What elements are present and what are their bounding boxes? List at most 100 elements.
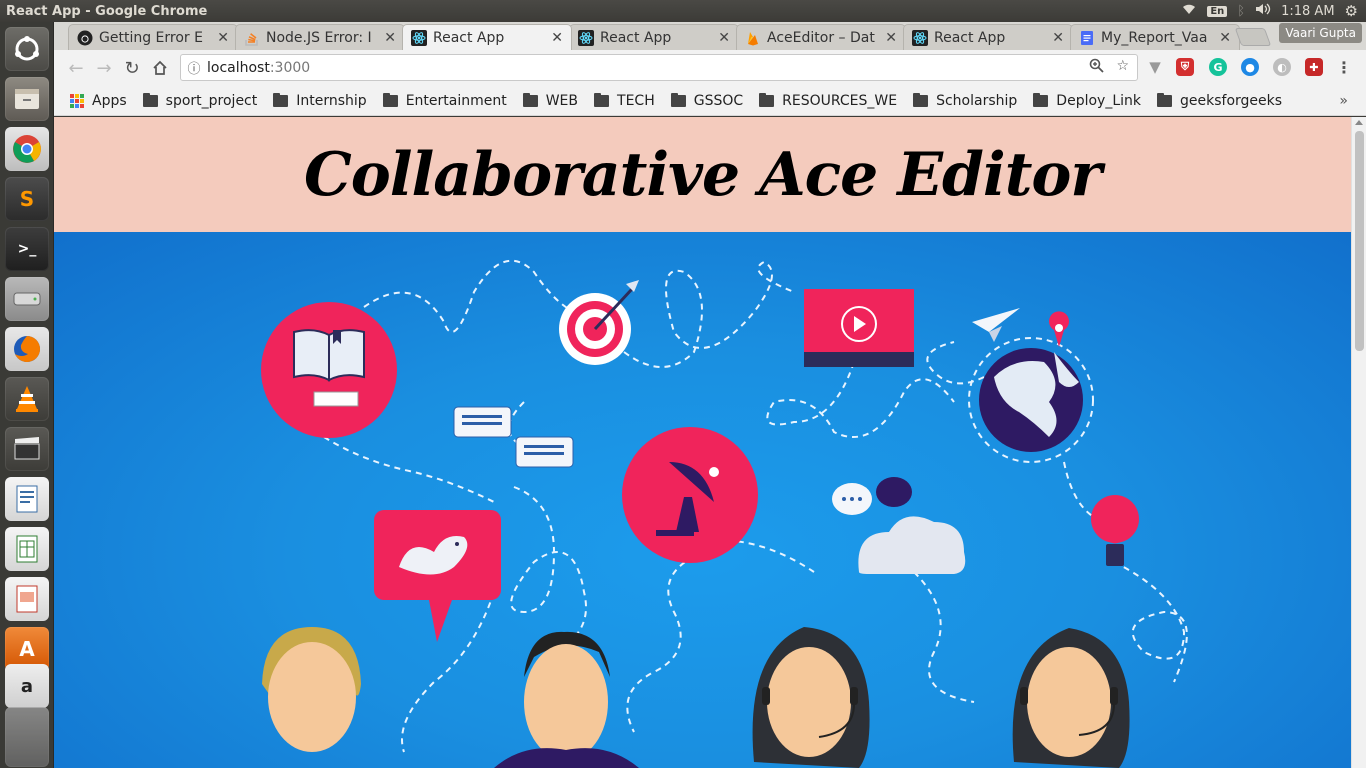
bookmark-folder-internship[interactable]: Internship [273,92,367,109]
bookmark-label: TECH [617,92,655,109]
page-viewport: Collaborative Ace Editor [54,117,1351,768]
folder-icon [913,92,929,107]
folder-icon [594,92,610,107]
firefox-icon[interactable] [5,327,49,371]
settings-gear-icon[interactable]: ⚙ [1345,2,1358,20]
amazon-icon[interactable]: a [5,664,49,708]
bookmark-folder-sport-project[interactable]: sport_project [142,92,258,109]
zoom-icon[interactable] [1089,58,1105,77]
bookmark-label: Internship [296,92,367,109]
scrollbar-thumb[interactable] [1355,131,1364,351]
folder-icon [670,92,686,107]
bookmark-folder-deploy-link[interactable]: Deploy_Link [1033,92,1141,109]
close-tab-icon[interactable]: ✕ [551,30,563,46]
bookmark-label: sport_project [165,92,258,109]
scroll-up-arrow-icon[interactable] [1355,120,1363,125]
clock[interactable]: 1:18 AM [1281,4,1334,19]
tab-nodejs-error[interactable]: Node.JS Error: I ✕ [235,24,405,50]
person-blonde-woman [262,627,361,752]
person-support-woman-2 [1012,628,1130,768]
impress-icon[interactable] [5,577,49,621]
bookmark-folder-web[interactable]: WEB [522,92,579,109]
tab-react-app-3[interactable]: React App ✕ [903,24,1073,50]
close-tab-icon[interactable]: ✕ [718,30,730,46]
bookmark-folder-geeksforgeeks[interactable]: geeksforgeeks [1157,92,1282,109]
tab-getting-error[interactable]: Getting Error E ✕ [68,24,238,50]
close-tab-icon[interactable]: ✕ [1219,30,1231,46]
calc-icon[interactable] [5,527,49,571]
tab-title: Node.JS Error: I [266,29,372,46]
extension-circle-icon[interactable]: ◐ [1273,58,1291,76]
close-tab-icon[interactable]: ✕ [885,30,897,46]
bookmark-label: Deploy_Link [1056,92,1141,109]
folder-icon [273,92,289,107]
chrome-menu-icon[interactable]: ⋮ [1335,58,1353,77]
bookmark-folder-resources[interactable]: RESOURCES_WE [759,92,897,109]
home-icon[interactable] [146,54,174,82]
bookmark-folder-entertainment[interactable]: Entertainment [382,92,507,109]
bookmark-star-icon[interactable]: ☆ [1116,58,1129,77]
extension-red-icon[interactable]: ✚ [1305,58,1323,76]
page-scrollbar[interactable] [1351,117,1366,768]
chat-bubbles-icon [453,406,574,468]
browser-toolbar: ← → ↻ ⓘ localhost:3000 ☆ ▼ ⛨ G ● ◐ ✚ ⋮ [54,50,1366,86]
files-icon[interactable] [5,77,49,121]
bookmark-folder-tech[interactable]: TECH [594,92,655,109]
bookmark-folder-gssoc[interactable]: GSSOC [670,92,743,109]
react-icon [578,29,594,46]
extension-shield-icon[interactable]: ⛨ [1176,58,1194,76]
keyboard-layout-indicator[interactable]: En [1207,5,1228,17]
extension-globe-icon[interactable]: ● [1241,58,1259,76]
bookmark-apps[interactable]: Apps [70,93,127,109]
site-info-icon[interactable]: ⓘ [181,58,207,77]
disk-drive-icon[interactable] [5,277,49,321]
hero-illustration [54,232,1351,768]
video-player-icon [804,289,914,367]
close-tab-icon[interactable]: ✕ [1052,30,1064,46]
terminal-icon[interactable]: >_ [5,227,49,271]
lightbulb-icon [1091,495,1139,566]
person-support-woman-1 [752,627,870,768]
communication-illustration [261,259,1188,768]
extension-filter-icon[interactable]: ▼ [1146,58,1164,76]
stackoverflow-icon [244,30,260,46]
launcher: S >_ A a [0,22,54,768]
close-tab-icon[interactable]: ✕ [217,30,229,46]
tab-react-app-active[interactable]: React App ✕ [402,24,572,50]
volume-icon[interactable] [1255,3,1271,19]
tab-aceeditor-database[interactable]: AceEditor – Dat ✕ [736,24,906,50]
apps-grid-icon [70,93,84,108]
chrome-icon[interactable] [5,127,49,171]
profile-button[interactable]: Vaari Gupta [1279,23,1362,43]
vlc-icon[interactable] [5,377,49,421]
dash-home-icon[interactable] [5,27,49,71]
tab-strip: Getting Error E ✕ Node.JS Error: I ✕ Rea… [54,22,1366,50]
url-host: localhost [207,59,270,76]
video-editor-icon[interactable] [5,427,49,471]
react-icon [411,29,427,46]
extension-grammarly-icon[interactable]: G [1209,58,1227,76]
paper-plane-icon [972,308,1020,342]
reload-icon[interactable]: ↻ [118,54,146,82]
tab-react-app-2[interactable]: React App ✕ [569,24,739,50]
bluetooth-icon[interactable]: ᛒ [1237,4,1245,19]
bookmark-label: Entertainment [405,92,507,109]
tab-title: React App [600,29,672,46]
close-tab-icon[interactable]: ✕ [384,30,396,46]
sublime-text-icon[interactable]: S [5,177,49,221]
stacked-launcher-icons[interactable] [5,707,49,767]
bookmark-label: WEB [545,92,579,109]
tab-my-report[interactable]: My_Report_Vaa ✕ [1070,24,1240,50]
new-tab-button[interactable] [1234,28,1272,46]
forward-arrow-icon[interactable]: → [90,54,118,82]
omnibox-actions: ☆ [1089,58,1137,77]
target-icon [559,280,639,365]
wifi-icon[interactable] [1181,3,1197,19]
bookmark-folder-scholarship[interactable]: Scholarship [913,92,1017,109]
address-bar[interactable]: ⓘ localhost:3000 ☆ [180,54,1138,81]
folder-icon [142,92,158,107]
bookmarks-overflow-chevron[interactable]: » [1339,93,1366,109]
folder-icon [382,92,398,107]
writer-icon[interactable] [5,477,49,521]
back-arrow-icon[interactable]: ← [62,54,90,82]
